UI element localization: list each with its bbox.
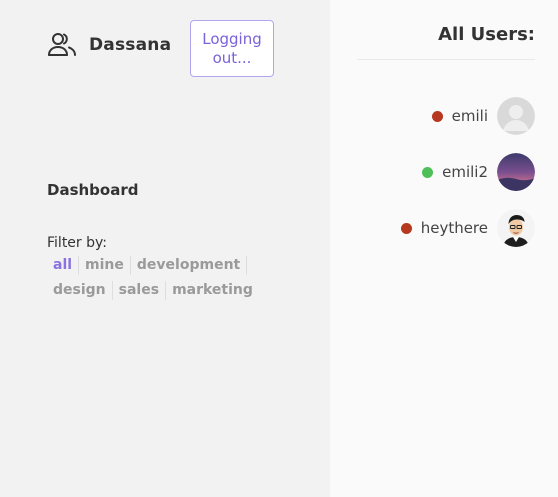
filter-list: all mine development design sales market… [47,256,277,300]
filter-design[interactable]: design [47,281,113,300]
sidebar: Dassana Logging out... Dashboard Filter … [0,0,330,497]
divider [357,59,535,60]
user-name: heythere [420,219,488,237]
brand-name: Dassana [89,35,172,55]
logout-button[interactable]: Logging out... [190,20,274,77]
brand: Dassana [47,32,171,58]
purple-sky-avatar-icon [497,153,535,191]
user-row-emili2[interactable]: emili2 [422,153,535,191]
status-dot-offline [400,222,412,234]
status-dot-online [422,166,434,178]
filter-development[interactable]: development [131,256,248,275]
default-avatar-icon [497,97,535,135]
filter-label: Filter by: [47,235,107,251]
users-title: All Users: [438,24,535,45]
cartoon-man-avatar-icon [497,209,535,247]
users-panel: All Users: emili emili2 heythere [330,0,558,497]
status-dot-offline [431,110,443,122]
dashboard-title: Dashboard [47,181,139,199]
filter-sales[interactable]: sales [113,281,167,300]
filter-marketing[interactable]: marketing [166,281,259,300]
user-name: emili2 [442,163,488,181]
user-row-emili[interactable]: emili [431,97,535,135]
user-row-heythere[interactable]: heythere [400,209,535,247]
users-icon [47,32,81,58]
filter-mine[interactable]: mine [79,256,131,275]
filter-all[interactable]: all [47,256,80,275]
user-name: emili [451,107,488,125]
